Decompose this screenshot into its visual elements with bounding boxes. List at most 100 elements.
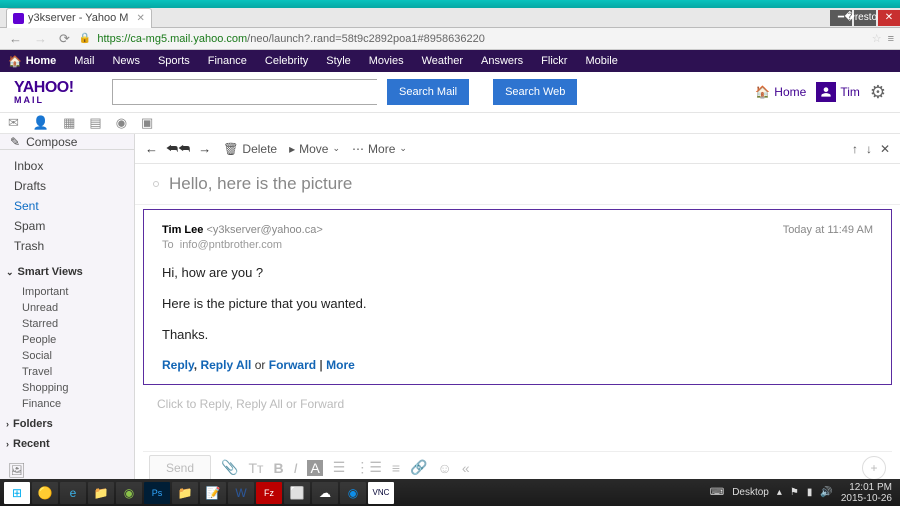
taskbar-app-1[interactable]: ◉ <box>116 482 142 504</box>
nav-mail[interactable]: Mail <box>74 55 94 67</box>
taskbar-teamviewer[interactable]: ◉ <box>340 482 366 504</box>
up-arrow-icon[interactable]: ↑ <box>852 142 858 156</box>
taskbar-app-4[interactable]: ☁ <box>312 482 338 504</box>
reply-all-arrows-icon[interactable]: ⮪⮪ <box>166 141 190 157</box>
home-link[interactable]: 🏠Home <box>755 85 806 99</box>
forward-button[interactable]: → <box>31 31 50 46</box>
back-button[interactable]: ← <box>6 31 25 46</box>
collapse-icon[interactable]: « <box>462 460 470 476</box>
nav-celebrity[interactable]: Celebrity <box>265 55 308 67</box>
sv-important[interactable]: Important <box>0 284 134 300</box>
start-button[interactable]: ⊞ <box>4 482 30 504</box>
reply-all-link[interactable]: Reply All <box>200 358 251 372</box>
folder-drafts[interactable]: Drafts <box>0 176 134 196</box>
align-icon[interactable]: ≡ <box>392 460 400 476</box>
volume-icon[interactable]: 🔊 <box>820 487 832 498</box>
move-button[interactable]: ▸Move⌄ <box>289 142 340 156</box>
recent-header[interactable]: ›Recent <box>0 434 134 454</box>
calendar-icon[interactable]: ▦ <box>63 115 75 131</box>
taskbar-filezilla[interactable]: Fz <box>256 482 282 504</box>
folder-inbox[interactable]: Inbox <box>0 156 134 176</box>
bullet-list-icon[interactable]: ☰ <box>333 459 346 476</box>
maximize-button[interactable]: �restory <box>854 10 876 26</box>
taskbar-app-3[interactable]: ⬜ <box>284 482 310 504</box>
taskbar-ie[interactable]: e <box>60 482 86 504</box>
close-button[interactable]: ✕ <box>878 10 900 26</box>
taskbar-photoshop[interactable]: Ps <box>144 482 170 504</box>
close-tab-icon[interactable]: ✕ <box>136 13 144 24</box>
nav-answers[interactable]: Answers <box>481 55 523 67</box>
folder-sent[interactable]: Sent <box>0 196 134 216</box>
taskbar-notes[interactable]: 📝 <box>200 482 226 504</box>
nav-news[interactable]: News <box>112 55 140 67</box>
nav-home[interactable]: 🏠Home <box>8 55 56 68</box>
gear-icon[interactable]: ⚙ <box>870 82 886 103</box>
sv-finance[interactable]: Finance <box>0 396 134 412</box>
more-link[interactable]: More <box>326 358 355 372</box>
user-menu[interactable]: Tim <box>816 82 860 102</box>
nav-finance[interactable]: Finance <box>208 55 247 67</box>
italic-icon[interactable]: I <box>294 460 298 476</box>
sv-starred[interactable]: Starred <box>0 316 134 332</box>
compose-button[interactable]: ✎ Compose <box>0 134 134 150</box>
nav-mobile[interactable]: Mobile <box>585 55 617 67</box>
sv-people[interactable]: People <box>0 332 134 348</box>
feed-icon[interactable]: ◉ <box>116 115 127 131</box>
app-icon[interactable]: ▣ <box>141 115 153 131</box>
color-icon[interactable]: A <box>307 460 322 476</box>
network-icon[interactable]: ▮ <box>807 487 813 498</box>
clock[interactable]: 12:01 PM 2015-10-26 <box>841 482 896 504</box>
taskbar-chrome[interactable]: 🟡 <box>32 482 58 504</box>
desktop-label[interactable]: Desktop <box>732 487 769 498</box>
nav-weather[interactable]: Weather <box>422 55 463 67</box>
folder-spam[interactable]: Spam <box>0 216 134 236</box>
emoji-icon[interactable]: ☺ <box>438 460 452 476</box>
nav-movies[interactable]: Movies <box>369 55 404 67</box>
nav-style[interactable]: Style <box>326 55 350 67</box>
reload-button[interactable]: ⟳ <box>56 31 73 47</box>
reply-link[interactable]: Reply <box>162 358 194 372</box>
down-arrow-icon[interactable]: ↓ <box>866 142 872 156</box>
close-message-icon[interactable]: ✕ <box>880 142 890 156</box>
send-button[interactable]: Send <box>149 455 211 481</box>
bookmark-icon[interactable]: ☆ <box>872 32 882 45</box>
nav-sports[interactable]: Sports <box>158 55 190 67</box>
link-icon[interactable]: 🔗 <box>410 459 427 476</box>
sv-travel[interactable]: Travel <box>0 364 134 380</box>
menu-icon[interactable]: ≡ <box>888 33 894 45</box>
address-bar[interactable]: https://ca-mg5.mail.yahoo.com/neo/launch… <box>97 33 865 45</box>
taskbar-word[interactable]: W <box>228 482 254 504</box>
add-icon[interactable]: + <box>862 456 886 480</box>
yahoo-mail-logo[interactable]: YAHOO! MAIL <box>14 79 102 105</box>
taskbar-vnc[interactable]: VNC <box>368 482 394 504</box>
folder-trash[interactable]: Trash <box>0 236 134 256</box>
more-button[interactable]: ⋯More⌄ <box>352 142 407 156</box>
back-arrow-icon[interactable]: ← <box>145 141 158 156</box>
sv-unread[interactable]: Unread <box>0 300 134 316</box>
flag-icon[interactable]: ⚑ <box>790 487 799 498</box>
taskbar-app-2[interactable]: 📁 <box>172 482 198 504</box>
mail-icon[interactable]: ✉ <box>8 115 19 131</box>
delete-button[interactable]: 🗑Delete <box>223 142 277 156</box>
notepad-icon[interactable]: ▤ <box>89 115 101 131</box>
taskbar-explorer[interactable]: 📁 <box>88 482 114 504</box>
nav-flickr[interactable]: Flickr <box>541 55 567 67</box>
forward-link[interactable]: Forward <box>269 358 316 372</box>
quick-reply[interactable]: Click to Reply, Reply All or Forward <box>135 385 900 423</box>
bold-icon[interactable]: B <box>273 460 283 476</box>
search-web-button[interactable]: Search Web <box>493 79 577 105</box>
folders-header[interactable]: ›Folders <box>0 414 134 434</box>
tray-up-icon[interactable]: ▴ <box>777 487 782 498</box>
forward-arrow-icon[interactable]: → <box>198 141 211 156</box>
smart-views-header[interactable]: ⌄Smart Views <box>0 262 134 282</box>
contacts-icon[interactable]: 👤 <box>33 115 49 131</box>
browser-tab[interactable]: y3kserver - Yahoo M ✕ <box>6 8 152 28</box>
sv-shopping[interactable]: Shopping <box>0 380 134 396</box>
search-mail-button[interactable]: Search Mail <box>387 79 469 105</box>
number-list-icon[interactable]: ⋮☰ <box>355 459 382 476</box>
sv-social[interactable]: Social <box>0 348 134 364</box>
search-input[interactable] <box>112 79 377 105</box>
keyboard-icon[interactable]: ⌨ <box>710 487 724 498</box>
attach-icon[interactable]: 📎 <box>221 459 238 476</box>
text-format-icon[interactable]: Tт <box>248 460 263 476</box>
